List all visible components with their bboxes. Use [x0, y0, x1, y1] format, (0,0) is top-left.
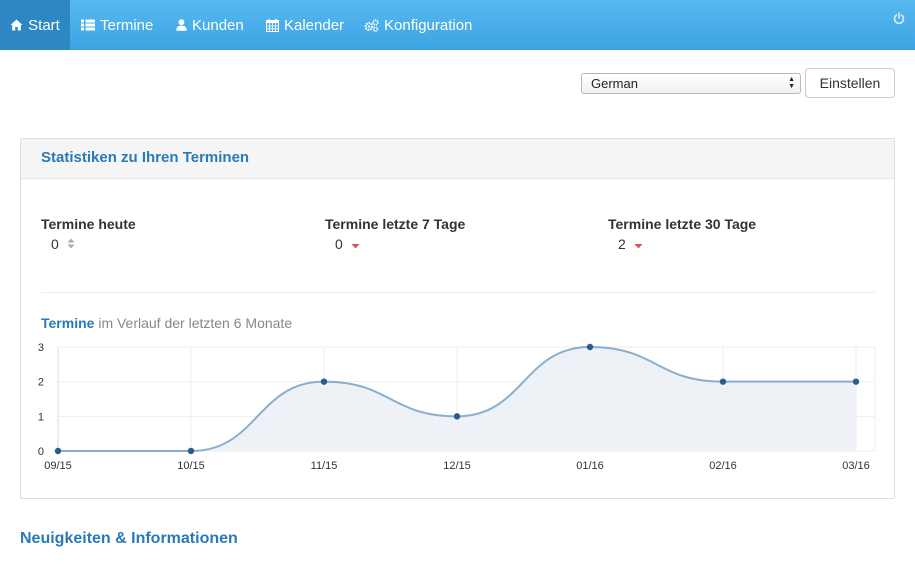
chart-data-point [320, 378, 328, 385]
chart-data-point [719, 378, 727, 385]
y-tick-label: 2 [38, 377, 44, 389]
x-tick-label: 02/16 [709, 460, 737, 472]
x-tick-label: 12/15 [443, 460, 471, 472]
y-tick-label: 0 [38, 446, 44, 458]
chart-data-point [187, 447, 195, 455]
y-tick-label: 1 [38, 411, 44, 423]
x-tick-label: 09/15 [44, 460, 72, 472]
x-tick-label: 10/15 [177, 460, 205, 472]
news-title: Neuigkeiten & Informationen [20, 530, 238, 547]
x-tick-label: 01/16 [576, 460, 604, 472]
chart-data-point [54, 447, 62, 455]
appointments-chart: 0 1 2 3 09/15 10/15 11/15 12/15 01/16 02/16 03/16 [38, 342, 876, 472]
chart-data-point [852, 378, 860, 385]
chart-data-point [453, 413, 461, 420]
x-tick-label: 11/15 [311, 460, 338, 472]
chart-data-point [586, 343, 594, 351]
y-tick-label: 3 [38, 342, 44, 354]
x-tick-label: 03/16 [842, 460, 870, 472]
